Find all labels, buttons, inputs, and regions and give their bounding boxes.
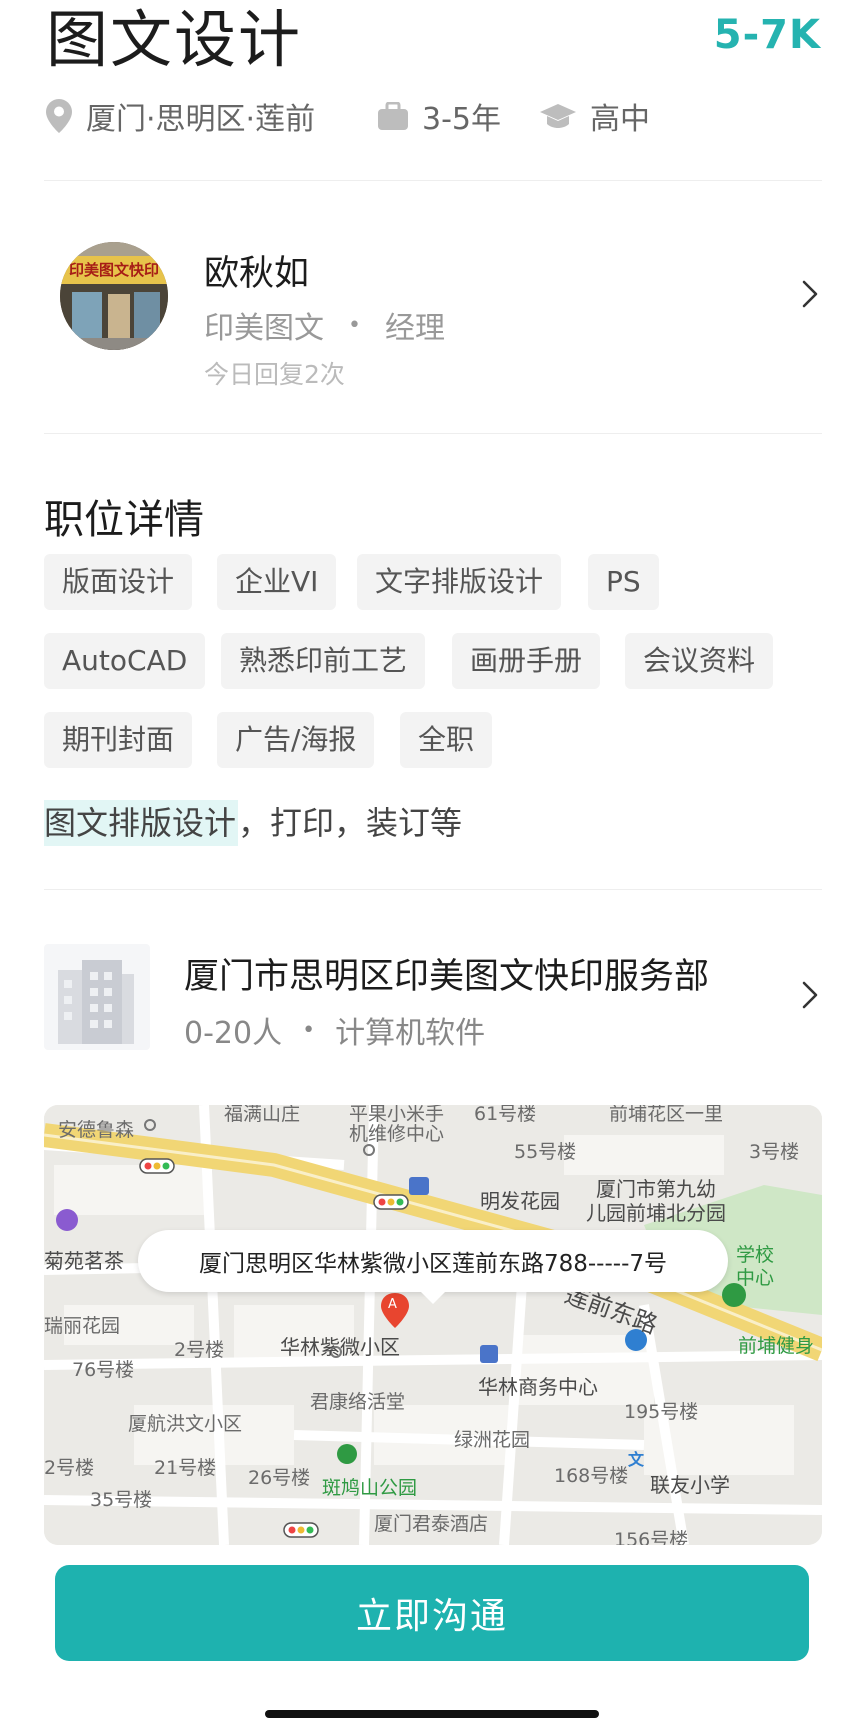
map-label: 联友小学	[650, 1473, 730, 1497]
map-label: 厦门君泰酒店	[374, 1513, 489, 1535]
company-subtitle: 0-20人 • 计算机软件	[184, 1008, 485, 1052]
company-industry: 计算机软件	[335, 1016, 486, 1051]
map-label: 菊苑茗茶	[44, 1249, 124, 1273]
map-label: 中心	[736, 1267, 775, 1289]
skill-tag: PS	[588, 554, 659, 610]
map-label: 华林商务中心	[478, 1375, 598, 1399]
map-label: 76号楼	[72, 1359, 135, 1381]
skill-tag: 画册手册	[452, 633, 601, 689]
map-label: 厦航洪文小区	[128, 1413, 243, 1435]
map-label: 195号楼	[624, 1401, 699, 1423]
divider	[44, 889, 822, 890]
bottom-action-bar: 立即沟通	[0, 1545, 864, 1729]
chevron-right-icon[interactable]	[800, 278, 820, 310]
map-label: 明发花园	[480, 1189, 560, 1213]
map-label: 2号楼	[44, 1457, 95, 1479]
recruiter-company: 印美图文	[204, 311, 324, 346]
education-text: 高中	[590, 102, 650, 137]
description-text: ，打印，装订等	[238, 804, 463, 842]
map-label: 26号楼	[248, 1467, 311, 1489]
location-text: 厦门·思明区·莲前	[86, 102, 316, 137]
map-label: 绿洲花园	[454, 1429, 531, 1451]
map-label: 168号楼	[554, 1465, 629, 1487]
skill-tag: 企业VI	[217, 554, 337, 610]
map-label: 儿园前埔北分园	[586, 1201, 726, 1225]
map-label: 61号楼	[474, 1105, 537, 1125]
recruiter-role: 经理	[384, 311, 445, 346]
map-label: 前埔健身	[738, 1335, 815, 1357]
divider	[44, 433, 822, 434]
recruiter-name: 欧秋如	[204, 254, 310, 294]
separator-dot: •	[302, 1017, 316, 1043]
briefcase-icon	[378, 102, 408, 130]
map-label: 瑞丽花园	[44, 1315, 121, 1337]
map-label: 斑鸠山公园	[322, 1477, 418, 1499]
reply-note: 今日回复2次	[204, 360, 345, 389]
map-label: 安德鲁森	[58, 1119, 135, 1141]
map-label: 55号楼	[514, 1141, 577, 1163]
description-highlight: 图文排版设计	[44, 800, 239, 846]
map-label: 3号楼	[749, 1141, 800, 1163]
address-bubble: 厦门思明区华林紫微小区莲前东路788-----7号	[138, 1230, 728, 1304]
chat-now-button[interactable]: 立即沟通	[55, 1565, 809, 1661]
job-title: 图文设计	[46, 3, 303, 76]
map-label: 前埔花区一里	[609, 1105, 724, 1125]
building-icon	[44, 944, 150, 1050]
location-pin-icon	[46, 99, 72, 133]
location-map[interactable]: A 文 福满山庄 平果小米手 61号楼 前埔花区一里 安德鲁森 机维修中心 55…	[44, 1105, 822, 1545]
experience-text: 3-5年	[422, 102, 501, 137]
map-label: 华林紫微小区	[280, 1335, 400, 1359]
skill-tag: 广告/海报	[217, 712, 375, 768]
map-label: 21号楼	[154, 1457, 217, 1479]
school-icon: 文	[628, 1450, 645, 1469]
map-label: 福满山庄	[224, 1105, 301, 1125]
graduation-cap-icon	[540, 102, 576, 130]
recruiter-subtitle: 印美图文 • 经理	[204, 303, 445, 347]
chevron-right-icon[interactable]	[800, 979, 820, 1011]
map-label: 君康络活堂	[310, 1391, 406, 1413]
separator-dot: •	[348, 312, 361, 338]
home-indicator[interactable]	[265, 1710, 599, 1718]
avatar[interactable]: 印美图文快印	[60, 242, 168, 350]
map-label: 35号楼	[90, 1489, 153, 1511]
skill-tag: 期刊封面	[44, 712, 193, 768]
skill-tag: 熟悉印前工艺	[221, 633, 426, 689]
map-label: 156号楼	[614, 1529, 689, 1545]
salary-range: 5-7K	[713, 12, 821, 58]
skill-tag: AutoCAD	[44, 633, 206, 689]
location-meta: 厦门·思明区·莲前	[46, 96, 316, 137]
skill-tag: 会议资料	[625, 633, 774, 689]
company-name: 厦门市思明区印美图文快印服务部	[184, 957, 710, 997]
education-meta: 高中	[540, 96, 650, 137]
job-type-tag: 全职	[400, 712, 493, 768]
map-label: 2号楼	[174, 1339, 225, 1361]
avatar-sign-text: 印美图文快印	[69, 261, 159, 279]
company-size: 0-20人	[184, 1016, 283, 1051]
section-title: 职位详情	[44, 497, 204, 543]
job-description: 图文排版设计 ，打印，装订等	[44, 800, 462, 846]
skill-tag: 版面设计	[44, 554, 193, 610]
skill-tag: 文字排版设计	[357, 554, 562, 610]
map-marker: A	[388, 1297, 397, 1312]
map-label: 机维修中心	[349, 1123, 445, 1145]
experience-meta: 3-5年	[378, 96, 501, 137]
divider	[44, 180, 822, 181]
